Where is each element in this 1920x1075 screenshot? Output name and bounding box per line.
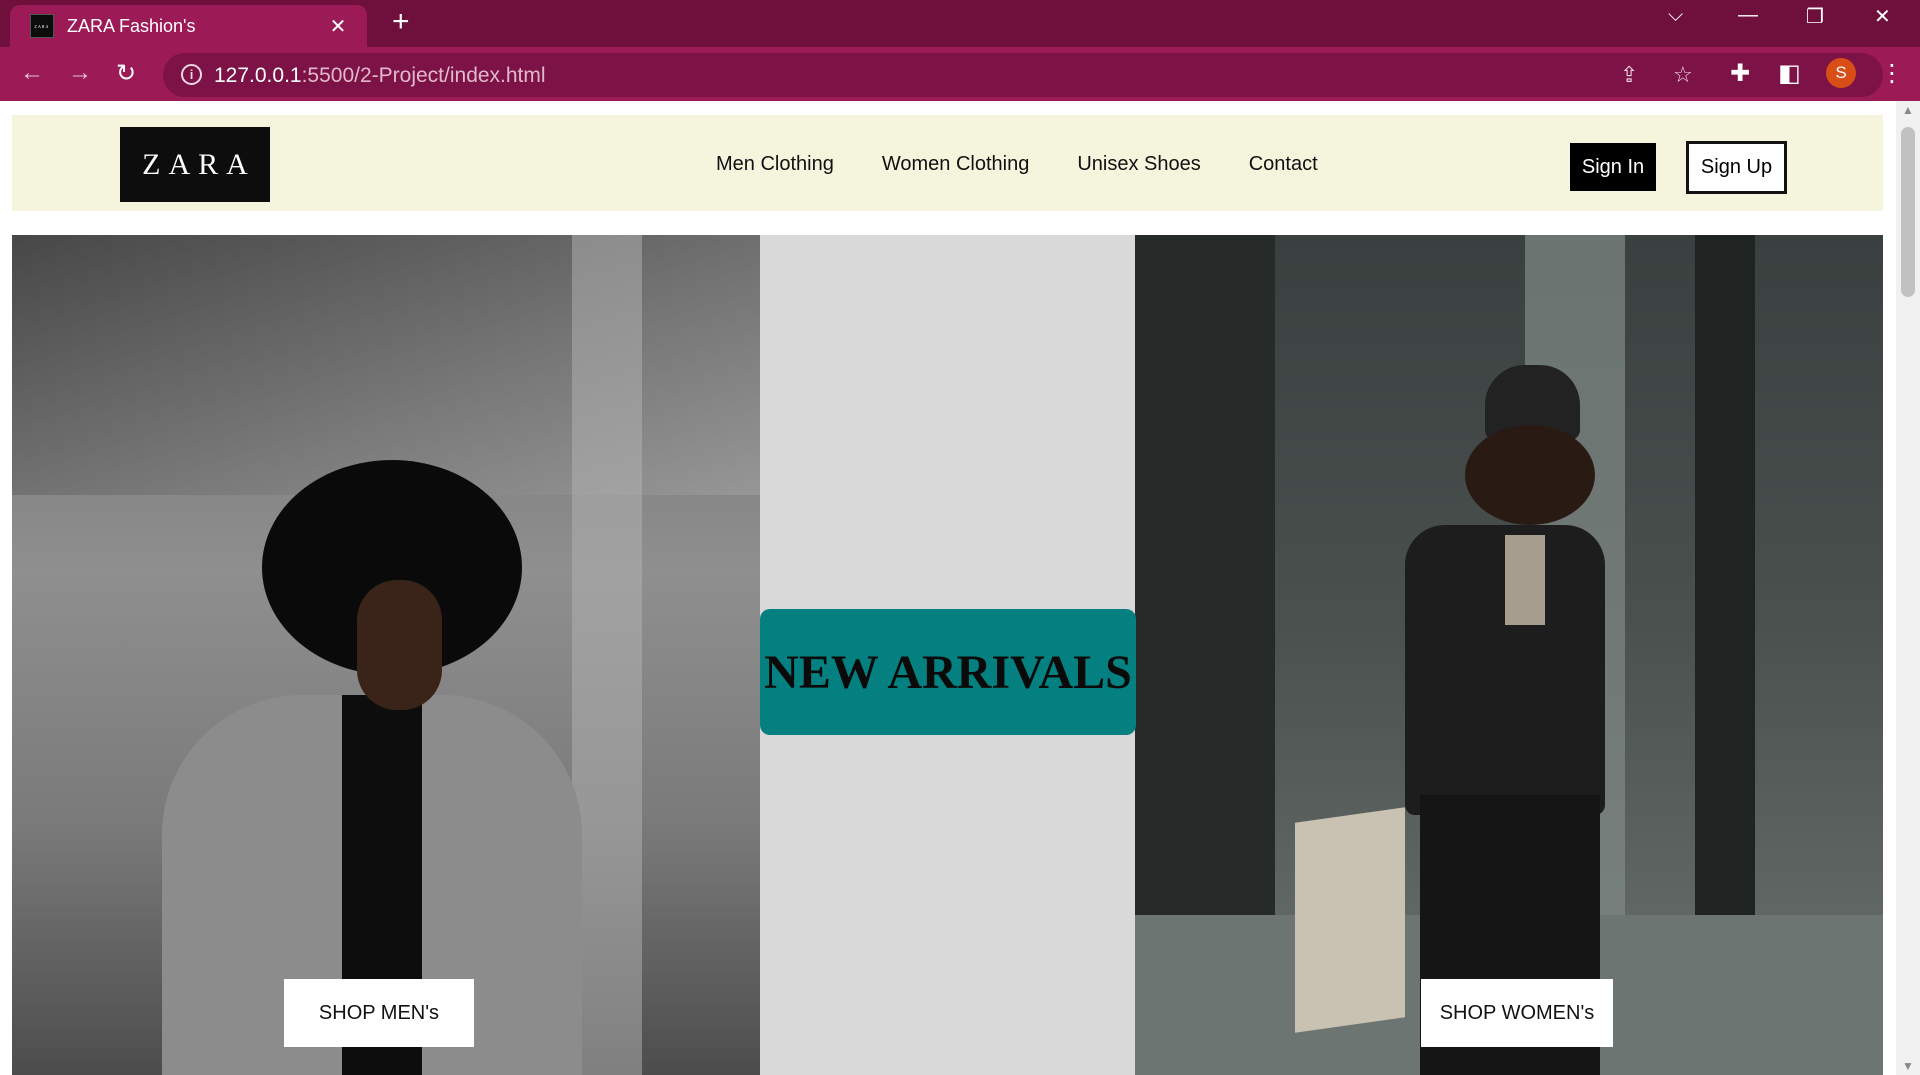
side-panel-icon[interactable]: ◧: [1778, 59, 1801, 88]
address-bar[interactable]: i 127.0.0.1:5500/2-Project/index.html ⇪ …: [163, 53, 1883, 97]
reload-icon[interactable]: ↻: [116, 59, 136, 88]
shop-men-button[interactable]: SHOP MEN's: [284, 979, 474, 1047]
site-info-icon[interactable]: i: [181, 64, 202, 85]
restore-icon[interactable]: ❐: [1806, 4, 1824, 29]
url-text[interactable]: 127.0.0.1:5500/2-Project/index.html: [214, 64, 546, 88]
scroll-down-icon[interactable]: ▼: [1902, 1059, 1914, 1073]
profile-avatar[interactable]: S: [1826, 58, 1856, 88]
scroll-thumb[interactable]: [1901, 127, 1915, 297]
new-arrivals-badge: NEW ARRIVALS: [760, 609, 1136, 735]
back-icon[interactable]: ←: [20, 59, 44, 87]
browser-toolbar: ← → ↻ i 127.0.0.1:5500/2-Project/index.h…: [0, 47, 1920, 101]
men-hero-image[interactable]: [12, 235, 760, 1075]
favicon-icon: ZARA: [30, 14, 54, 38]
page-scrollbar[interactable]: ▲ ▼: [1896, 101, 1920, 1075]
nav-men-clothing[interactable]: Men Clothing: [716, 153, 834, 176]
sign-in-button[interactable]: Sign In: [1570, 143, 1656, 191]
zara-logo[interactable]: ZARA: [120, 127, 270, 202]
browser-tab[interactable]: ZARA ZARA Fashion's ✕: [10, 5, 367, 47]
tab-title: ZARA Fashion's: [67, 15, 196, 36]
share-icon[interactable]: ⇪: [1620, 62, 1638, 88]
nav-unisex-shoes[interactable]: Unisex Shoes: [1077, 153, 1200, 176]
browser-tab-bar: ZARA ZARA Fashion's ✕ + ⌵ — ❐ ✕: [0, 0, 1920, 47]
sign-up-button[interactable]: Sign Up: [1686, 141, 1787, 194]
nav-women-clothing[interactable]: Women Clothing: [882, 153, 1029, 176]
close-window-icon[interactable]: ✕: [1874, 4, 1891, 29]
close-tab-icon[interactable]: ✕: [323, 14, 353, 39]
menu-kebab-icon[interactable]: ⋮: [1880, 59, 1904, 88]
minimize-icon[interactable]: —: [1738, 4, 1758, 27]
main-nav: Men Clothing Women Clothing Unisex Shoes…: [716, 153, 1318, 176]
chevron-down-icon[interactable]: ⌵: [1668, 4, 1683, 27]
site-header: ZARA Men Clothing Women Clothing Unisex …: [12, 115, 1883, 211]
plus-icon[interactable]: +: [392, 6, 410, 38]
scroll-up-icon[interactable]: ▲: [1902, 103, 1914, 117]
page-viewport: ZARA Men Clothing Women Clothing Unisex …: [0, 101, 1920, 1075]
shop-women-button[interactable]: SHOP WOMEN's: [1421, 979, 1613, 1047]
women-hero-image[interactable]: [1135, 235, 1883, 1075]
extensions-icon[interactable]: ✚: [1730, 59, 1750, 88]
forward-icon[interactable]: →: [68, 59, 92, 87]
hero-section: NEW ARRIVALS SHOP MEN's SHOP WOMEN's: [12, 235, 1883, 1075]
star-icon[interactable]: ☆: [1673, 62, 1693, 88]
nav-contact[interactable]: Contact: [1249, 153, 1318, 176]
